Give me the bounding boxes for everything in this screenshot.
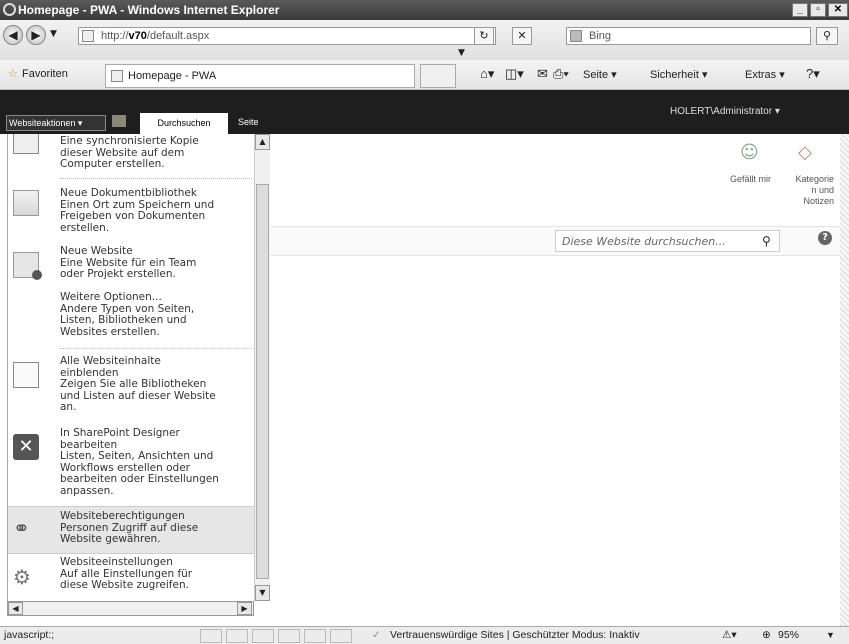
user-menu[interactable]: HOLERT\Administrator ▾ bbox=[670, 106, 780, 117]
scroll-left-arrow[interactable]: ◀ bbox=[8, 602, 23, 615]
globe-icon bbox=[32, 270, 42, 280]
scroll-right-arrow[interactable]: ▶ bbox=[237, 602, 252, 615]
ie-logo-icon bbox=[3, 3, 16, 16]
status-panel bbox=[200, 629, 222, 643]
tab-page[interactable]: Seite bbox=[238, 117, 259, 127]
site-search-input[interactable]: Diese Website durchsuchen... bbox=[555, 230, 780, 252]
menu-item-all-content[interactable]: Alle Websiteinhalte einblenden Zeigen Si… bbox=[8, 354, 255, 424]
address-toolbar: ◀ ▶ ▼ http://v70/default.aspx ▼ ↻ ✕ Bing… bbox=[0, 20, 849, 60]
status-panel bbox=[252, 629, 274, 643]
window-titlebar: Homepage - PWA - Windows Internet Explor… bbox=[0, 0, 849, 20]
menu-item-site-settings[interactable]: ⚙ Websiteeinstellungen Auf alle Einstell… bbox=[8, 556, 255, 598]
menu-item-new-doclib[interactable]: Neue Dokumentbibliothek Einen Ort zum Sp… bbox=[8, 182, 255, 242]
menu-item-permissions[interactable]: ⚭ Websiteberechtigungen Personen Zugriff… bbox=[8, 506, 255, 554]
zoom-icon[interactable]: ⊕ bbox=[762, 627, 771, 644]
menu-sicherheit[interactable]: Sicherheit ▾ bbox=[650, 68, 708, 81]
document-library-icon bbox=[13, 190, 39, 216]
tags-notes-label[interactable]: Kategorie n und Notizen bbox=[784, 174, 834, 207]
status-panel bbox=[304, 629, 326, 643]
status-panel bbox=[278, 629, 300, 643]
settings-gear-icon: ⚙ bbox=[13, 565, 31, 589]
home-icon[interactable]: ⌂▾ bbox=[480, 66, 494, 82]
feeds-icon[interactable]: ◫▾ bbox=[505, 66, 524, 82]
menu-item-title: In SharePoint Designer bearbeiten Listen… bbox=[60, 427, 219, 497]
view-all-content-icon bbox=[13, 362, 39, 388]
tag-icon[interactable]: ◇ bbox=[798, 142, 812, 163]
tab-title: Homepage - PWA bbox=[128, 70, 217, 82]
menu-item-title: Websiteberechtigungen Personen Zugriff a… bbox=[60, 510, 199, 545]
status-panel bbox=[330, 629, 352, 643]
new-tab-button[interactable] bbox=[420, 64, 456, 88]
like-icon[interactable]: ☺ bbox=[740, 142, 759, 163]
site-search-icon[interactable]: ⚲ bbox=[762, 234, 771, 248]
address-input[interactable]: http://v70/default.aspx bbox=[78, 27, 496, 45]
mail-icon[interactable]: ✉ bbox=[537, 66, 548, 82]
menu-item-title: Neue Dokumentbibliothek Einen Ort zum Sp… bbox=[60, 187, 215, 234]
permissions-icon: ⚭ bbox=[13, 516, 30, 540]
edit-page-icon[interactable] bbox=[112, 115, 126, 127]
sharepoint-ribbon: Websiteaktionen ▾ Durchsuchen Seite HOLE… bbox=[0, 90, 849, 134]
favorites-button[interactable]: Favoriten bbox=[22, 68, 68, 80]
sharepoint-designer-icon: ✕ bbox=[13, 434, 39, 460]
social-area: ☺ ◇ Gefällt mir Kategorie n und Notizen bbox=[720, 138, 840, 218]
stop-icon[interactable]: ✕ bbox=[512, 27, 532, 45]
help-circle-icon[interactable]: ? bbox=[818, 231, 832, 245]
print-icon[interactable]: ⎙▾ bbox=[553, 66, 569, 82]
site-actions-dropdown: Eine synchronisierte Kopie dieser Websit… bbox=[7, 134, 255, 601]
status-panel bbox=[226, 629, 248, 643]
scroll-up-arrow[interactable]: ▲ bbox=[255, 134, 270, 150]
menu-item-more-options[interactable]: Weitere Optionen... Andere Typen von Sei… bbox=[8, 291, 255, 350]
status-text: javascript:; bbox=[4, 629, 55, 641]
back-button[interactable]: ◀ bbox=[3, 25, 23, 45]
history-dropdown-icon[interactable]: ▼ bbox=[50, 29, 57, 39]
menu-item-title: Weitere Optionen... Andere Typen von Sei… bbox=[60, 291, 195, 338]
protected-mode-icon[interactable]: ⚠▾ bbox=[722, 627, 737, 644]
forward-button[interactable]: ▶ bbox=[26, 25, 46, 45]
minimize-button[interactable]: _ bbox=[792, 3, 808, 17]
menu-divider bbox=[60, 178, 252, 179]
search-provider-input[interactable]: Bing bbox=[566, 27, 811, 45]
tab-browse[interactable]: Durchsuchen bbox=[140, 113, 228, 134]
page-favicon-icon bbox=[82, 30, 94, 42]
close-window-button[interactable]: ✕ bbox=[828, 3, 848, 17]
menu-item-title: Alle Websiteinhalte einblenden Zeigen Si… bbox=[60, 355, 216, 413]
menu-divider bbox=[60, 348, 252, 349]
like-label[interactable]: Gefällt mir bbox=[730, 174, 771, 184]
address-dropdown-icon[interactable]: ▼ bbox=[458, 48, 465, 58]
site-search-placeholder: Diese Website durchsuchen... bbox=[562, 235, 726, 248]
tab-favicon-icon bbox=[111, 70, 123, 82]
menu-item-sharepoint-designer[interactable]: ✕ In SharePoint Designer bearbeiten List… bbox=[8, 426, 255, 506]
page-right-edge bbox=[840, 134, 849, 626]
menu-item-new-site[interactable]: Neue Website Eine Website für ein Team o… bbox=[8, 244, 255, 292]
site-actions-menu[interactable]: Websiteaktionen ▾ bbox=[6, 115, 106, 131]
menu-item-sync[interactable]: Eine synchronisierte Kopie dieser Websit… bbox=[8, 134, 255, 174]
star-icon: ☆ bbox=[8, 68, 18, 80]
menu-vertical-scrollbar[interactable]: ▲ ▼ bbox=[254, 134, 270, 601]
refresh-icon[interactable]: ↻ bbox=[474, 27, 494, 45]
sync-icon bbox=[13, 134, 39, 154]
menu-extras[interactable]: Extras ▾ bbox=[745, 68, 785, 81]
scroll-down-arrow[interactable]: ▼ bbox=[255, 585, 270, 601]
scroll-thumb[interactable] bbox=[256, 184, 269, 579]
window-title: Homepage - PWA - Windows Internet Explor… bbox=[18, 3, 280, 17]
security-zone-text[interactable]: Vertrauenswürdige Sites | Geschützter Mo… bbox=[390, 627, 640, 644]
favorites-bar: ☆ Favoriten Homepage - PWA ⌂▾ ◫▾ ✉ ⎙▾ Se… bbox=[0, 60, 849, 90]
menu-item-title: Neue Website Eine Website für ein Team o… bbox=[60, 245, 197, 280]
menu-horizontal-scrollbar[interactable]: ◀ ▶ bbox=[7, 601, 254, 616]
trusted-check-icon: ✓ bbox=[372, 629, 381, 641]
search-icon[interactable]: ⚲ bbox=[816, 27, 838, 45]
zoom-dropdown-icon[interactable]: ▼ bbox=[826, 627, 835, 644]
bing-icon bbox=[570, 30, 582, 42]
menu-item-title: Websiteeinstellungen Auf alle Einstellun… bbox=[60, 556, 193, 591]
maximize-button[interactable]: ▫ bbox=[810, 3, 826, 17]
status-bar: javascript:; ✓ Vertrauenswürdige Sites |… bbox=[0, 626, 849, 644]
zoom-level[interactable]: 95% bbox=[778, 627, 799, 644]
menu-seite[interactable]: Seite ▾ bbox=[583, 68, 617, 81]
help-icon[interactable]: ?▾ bbox=[806, 66, 820, 82]
browser-tab[interactable]: Homepage - PWA bbox=[105, 64, 415, 88]
